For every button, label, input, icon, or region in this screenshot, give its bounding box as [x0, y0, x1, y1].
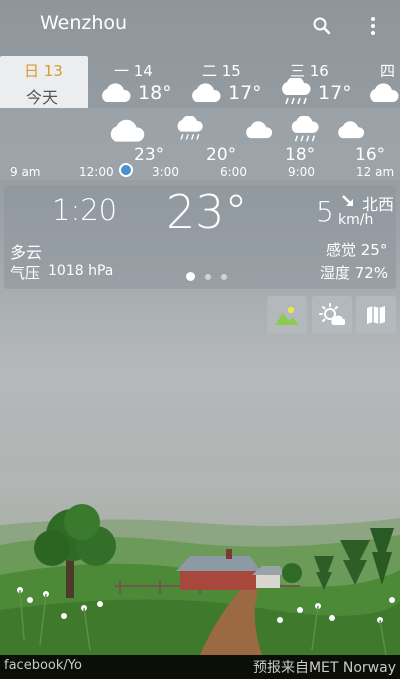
day-temp: 17° [228, 82, 262, 104]
day-temp: 18° [138, 82, 172, 104]
day-name: 日 13 [24, 62, 63, 80]
day-temp: 17° [318, 82, 352, 104]
city-title[interactable]: Wenzhou [40, 12, 127, 34]
hour-time: 12 am [356, 165, 395, 179]
cloud-icon [246, 121, 273, 139]
page-dot [221, 273, 227, 280]
current-conditions-card[interactable]: 1:20 23° 5 北西 km/h 多云 气压 1018 hPa 感觉 25°… [4, 185, 396, 289]
condition-text: 多云 [10, 243, 43, 262]
daily-forecast: 日 13 今天 一 14 18° 二 15 17° 三 16 17° 四 [0, 56, 400, 108]
day-item[interactable]: 一 14 18° [96, 56, 176, 108]
hour-time: 9 am [10, 165, 41, 179]
hour-temp: 18° [285, 145, 316, 165]
pressure-label: 气压 [10, 264, 41, 282]
hour-temp: 16° [355, 145, 386, 165]
pressure-value: 1018 hPa [48, 263, 114, 279]
day-name: 一 14 [114, 62, 153, 80]
app-bar: Wenzhou [0, 0, 400, 52]
sun-cloud-icon [319, 303, 345, 325]
rain-cloud-icon [177, 116, 203, 140]
search-icon [313, 17, 331, 35]
footer-credit-left[interactable]: facebook/Yo [4, 658, 82, 673]
hour-temp: 23° [134, 145, 165, 165]
landscape-icon [275, 306, 299, 325]
current-time-marker[interactable] [119, 163, 133, 177]
cloud-icon [338, 121, 365, 139]
wind-speed: 5 [316, 195, 334, 228]
day-name: 四 [380, 62, 396, 80]
map-button[interactable] [356, 296, 396, 334]
rain-cloud-icon [291, 116, 319, 142]
search-button[interactable] [306, 10, 338, 42]
day-item[interactable]: 二 15 17° [186, 56, 266, 108]
day-name: 二 15 [202, 62, 241, 80]
current-temp: 23° [166, 185, 248, 239]
day-item[interactable]: 四 [364, 56, 400, 108]
more-vert-icon [371, 17, 375, 35]
feels-like: 感觉 25° [326, 241, 388, 259]
landscape-button[interactable] [267, 296, 307, 334]
cloud-icon [192, 83, 221, 102]
cloud-icon [102, 83, 131, 102]
humidity: 湿度 72% [320, 264, 389, 282]
map-icon [367, 306, 385, 324]
landscape-scene [0, 290, 400, 655]
weather-app: Wenzhou 日 13 今天 一 14 18° 二 15 17° 三 16 1… [0, 0, 400, 679]
current-time: 1:20 [52, 193, 118, 227]
hour-temp: 20° [206, 145, 237, 165]
rain-cloud-icon [282, 78, 311, 105]
hour-time: 6:00 [220, 165, 247, 179]
cloud-icon [370, 83, 399, 102]
hourly-forecast[interactable]: 23° 20° 18° 16° 9 am 12:00 3:00 6:00 9:0… [0, 108, 400, 180]
hour-time: 9:00 [288, 165, 315, 179]
hour-time: 12:00 [79, 165, 114, 179]
page-dot-active [186, 272, 195, 281]
wind-unit: km/h [338, 212, 374, 228]
wind-direction-icon [342, 195, 353, 206]
forecast-source[interactable]: 预报来自MET Norway [253, 657, 396, 677]
page-indicator [186, 272, 227, 281]
hour-time: 3:00 [152, 165, 179, 179]
sun-cycle-button[interactable] [312, 296, 352, 334]
day-item[interactable]: 三 16 17° [276, 56, 360, 108]
footer-bar: facebook/Yo 预报来自MET Norway [0, 655, 400, 679]
cloud-icon [110, 119, 145, 142]
page-dot [205, 273, 211, 280]
day-today[interactable]: 日 13 今天 [0, 56, 88, 108]
day-label: 今天 [26, 88, 59, 107]
more-options-button[interactable] [357, 10, 389, 42]
